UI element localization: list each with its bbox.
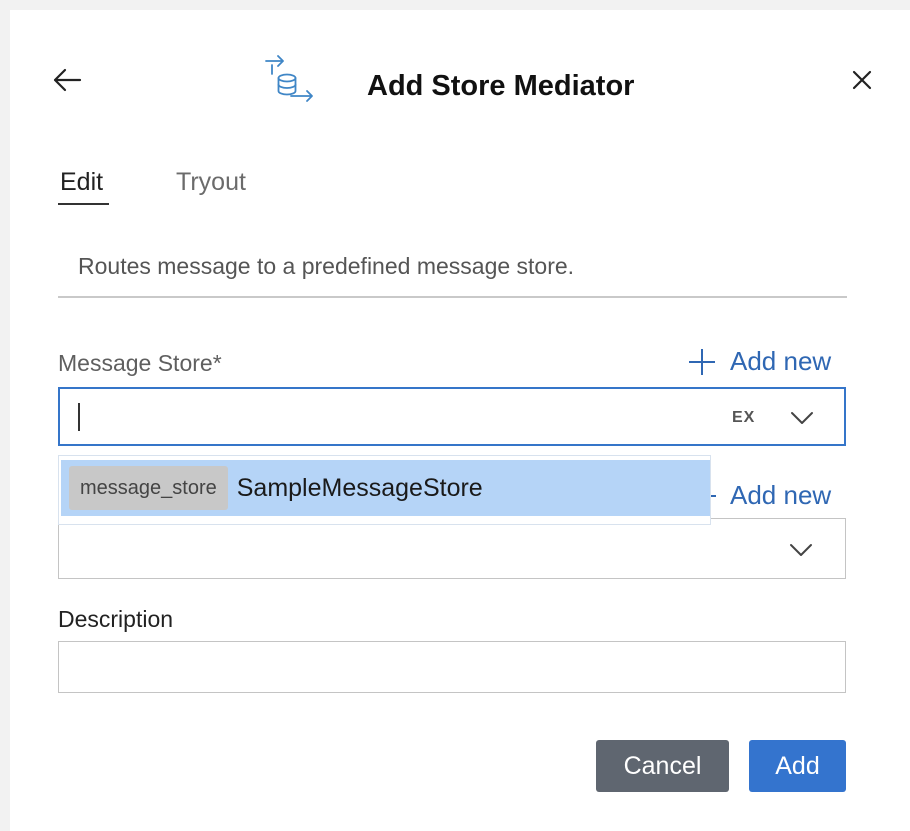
dialog-title: Add Store Mediator xyxy=(367,70,635,102)
option-name: SampleMessageStore xyxy=(236,473,483,502)
tab-edit[interactable]: Edit xyxy=(60,168,103,197)
chevron-down-icon[interactable] xyxy=(790,411,814,425)
message-store-input[interactable]: EX xyxy=(58,387,846,446)
add-new-message-store-button[interactable]: Add new xyxy=(688,346,831,377)
mediator-description: Routes message to a predefined message s… xyxy=(78,253,575,279)
text-cursor xyxy=(78,403,80,431)
option-type-tag: message_store xyxy=(69,466,228,510)
cancel-button[interactable]: Cancel xyxy=(596,740,729,792)
description-input[interactable] xyxy=(58,641,846,693)
second-select[interactable] xyxy=(58,518,846,579)
add-button[interactable]: Add xyxy=(749,740,846,792)
description-label: Description xyxy=(58,606,174,632)
dropdown-option[interactable]: message_store SampleMessageStore xyxy=(61,460,710,516)
plus-icon xyxy=(689,348,715,375)
close-icon xyxy=(852,70,872,90)
back-button[interactable] xyxy=(50,65,84,95)
divider xyxy=(58,296,847,298)
expression-toggle[interactable]: EX xyxy=(732,409,755,427)
tab-tryout[interactable]: Tryout xyxy=(176,168,246,197)
message-store-label: Message Store* xyxy=(58,350,222,376)
close-button[interactable] xyxy=(846,65,878,95)
add-new-label: Add new xyxy=(730,346,832,376)
message-store-dropdown: message_store SampleMessageStore xyxy=(58,455,711,525)
side-panel: Add Store Mediator Edit Tryout Routes me… xyxy=(10,10,910,831)
active-tab-indicator xyxy=(58,203,109,205)
arrow-left-icon xyxy=(53,68,82,92)
chevron-down-icon[interactable] xyxy=(789,543,813,557)
store-mediator-icon xyxy=(263,55,315,105)
add-new-label: Add new xyxy=(730,480,832,510)
add-new-second-button[interactable]: Add new xyxy=(708,480,831,511)
